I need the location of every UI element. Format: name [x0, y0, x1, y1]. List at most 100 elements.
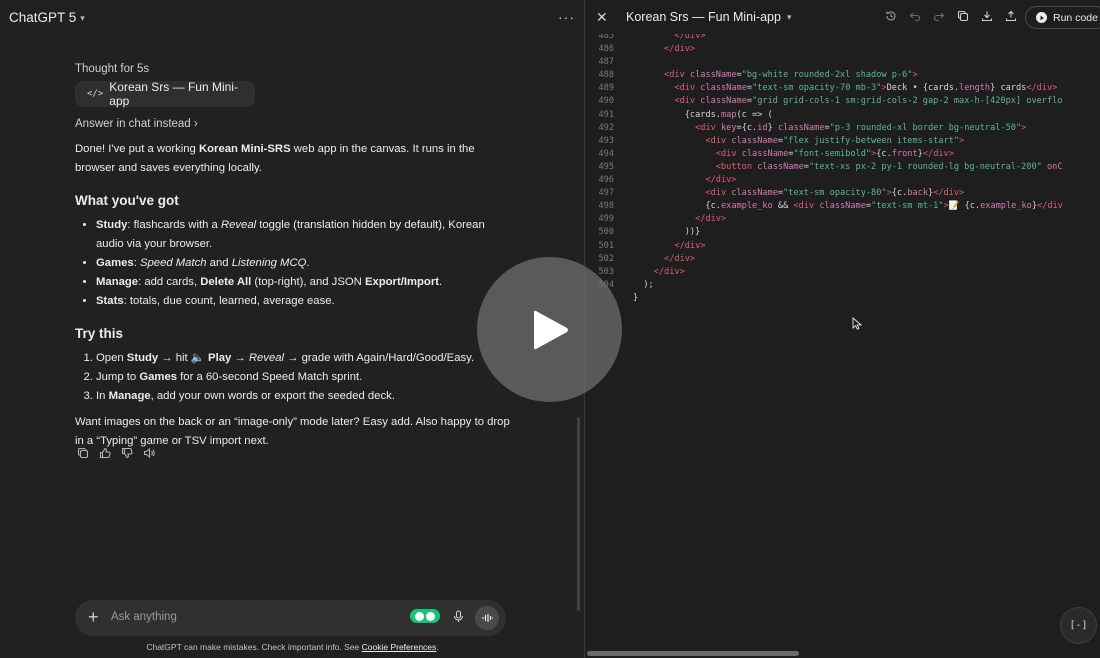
microphone-icon[interactable] — [453, 610, 464, 628]
voice-mode-icon[interactable] — [475, 606, 499, 630]
answer-in-chat-link[interactable]: Answer in chat instead › — [75, 118, 198, 130]
code-line[interactable]: 492 <div key={c.id} className="p-3 round… — [585, 122, 1100, 135]
chat-scrollbar[interactable] — [577, 417, 580, 611]
chevron-right-icon: › — [193, 118, 198, 130]
code-line[interactable]: 493 <div className="flex justify-between… — [585, 135, 1100, 148]
code-line[interactable]: 498 {c.example_ko && <div className="tex… — [585, 200, 1100, 213]
code-line[interactable]: 487 — [585, 56, 1100, 69]
close-icon[interactable]: ✕ — [596, 9, 608, 26]
code-text: {c.example_ko && <div className="text-sm… — [633, 201, 1063, 212]
code-actions-button[interactable]: [-] — [1060, 607, 1097, 644]
run-code-button[interactable]: Run code — [1025, 6, 1100, 29]
video-play-button[interactable] — [477, 257, 622, 402]
assistant-message: Done! I've put a working Korean Mini-SRS… — [75, 140, 510, 451]
code-line[interactable]: 491 {cards.map(c => ( — [585, 109, 1100, 122]
canvas-chip[interactable]: </> Korean Srs — Fun Mini-app — [75, 80, 255, 108]
read-aloud-icon[interactable] — [142, 446, 155, 459]
code-editor[interactable]: 485 </div> 486 </div> 487 488 <div classNam… — [585, 30, 1100, 645]
thumbs-up-icon[interactable] — [98, 446, 111, 459]
feature-em: Listening MCQ — [231, 257, 307, 269]
play-icon — [533, 310, 568, 349]
answer-link-label: Answer in chat instead — [75, 118, 191, 130]
code-line[interactable]: 502 </div> — [585, 253, 1100, 266]
horizontal-scrollbar[interactable] — [587, 651, 799, 656]
list-item: In Manage, add your own words or export … — [96, 387, 510, 406]
undo-icon[interactable] — [909, 10, 921, 25]
message-actions — [76, 446, 155, 459]
app-window: ChatGPT 5 ▾ ··· Thought for 5s </> Korea… — [0, 0, 1100, 658]
download-icon[interactable] — [981, 10, 993, 25]
feature-text: (top-right), and JSON — [251, 276, 365, 288]
thumbs-down-icon[interactable] — [120, 446, 133, 459]
composer-input[interactable]: Ask anything — [111, 611, 177, 623]
canvas-title[interactable]: Korean Srs — Fun Mini-app ▾ — [626, 10, 791, 24]
line-number: 486 — [598, 44, 614, 55]
canvas-toolbar: ✕ Korean Srs — Fun Mini-app ▾ Run code — [585, 0, 1100, 34]
feature-strong: Export/Import — [364, 276, 439, 288]
code-text: </div> — [674, 240, 706, 251]
line-number: 500 — [598, 227, 614, 238]
line-number: 497 — [598, 188, 614, 199]
code-line[interactable]: 501 </div> — [585, 240, 1100, 253]
feature-em: Reveal — [220, 219, 257, 231]
cookie-preferences-link[interactable]: Cookie Preferences — [362, 642, 437, 652]
line-number: 502 — [598, 253, 614, 264]
list-item: Manage: add cards, Delete All (top-right… — [96, 273, 510, 292]
code-text: } — [633, 292, 639, 303]
code-text: <button className="text-xs px-2 py-1 rou… — [715, 161, 1063, 172]
code-text: ))} — [633, 227, 701, 238]
code-line[interactable]: } — [585, 292, 1100, 305]
line-number: 492 — [598, 122, 614, 133]
thought-duration[interactable]: Thought for 5s — [75, 63, 149, 75]
step-text: Open — [96, 352, 127, 364]
code-line[interactable]: 500 ))} — [585, 226, 1100, 239]
list-item: Stats: totals, due count, learned, avera… — [96, 292, 510, 311]
history-icon[interactable] — [885, 10, 897, 25]
line-number: 499 — [598, 214, 614, 225]
disclaimer-text: ChatGPT can make mistakes. Check importa… — [146, 642, 362, 652]
list-item: Jump to Games for a 60-second Speed Matc… — [96, 368, 510, 387]
step-text: → — [231, 352, 249, 364]
steps-list: Open Study → hit 🔈 Play → Reveal → grade… — [75, 349, 510, 406]
message-composer[interactable]: + Ask anything — [75, 600, 506, 636]
step-em: Reveal — [248, 352, 285, 364]
code-line[interactable]: 496 </div> — [585, 174, 1100, 187]
feature-em: Speed Match — [139, 257, 207, 269]
feature-name: Manage — [96, 276, 139, 288]
grammar-extension-icon[interactable] — [410, 609, 440, 623]
code-line[interactable]: 503 </div> — [585, 266, 1100, 279]
canvas-chip-label: Korean Srs — Fun Mini-app — [109, 80, 238, 108]
code-line[interactable]: 488 <div className="bg-white rounded-2xl… — [585, 69, 1100, 82]
code-line[interactable]: 497 <div className="text-sm opacity-80">… — [585, 187, 1100, 200]
code-text: <div className="font-semibold">{c.front}… — [715, 148, 954, 159]
code-line[interactable]: 486 </div> — [585, 43, 1100, 56]
line-number: 498 — [598, 201, 614, 212]
code-line[interactable]: 490 <div className="grid grid-cols-1 sm:… — [585, 95, 1100, 108]
code-text: <div key={c.id} className="p-3 rounded-x… — [695, 122, 1027, 133]
canvas-title-label: Korean Srs — Fun Mini-app — [626, 10, 781, 24]
step-strong: Play — [208, 352, 232, 364]
code-line[interactable]: 494 <div className="font-semibold">{c.fr… — [585, 148, 1100, 161]
step-strong: Study — [126, 352, 159, 364]
copy-icon[interactable] — [957, 10, 969, 25]
code-line[interactable]: 499 </div> — [585, 213, 1100, 226]
step-text: , add your own words or export the seede… — [150, 390, 395, 402]
line-number: 490 — [598, 96, 614, 107]
share-icon[interactable] — [1005, 10, 1017, 25]
more-options-icon[interactable]: ··· — [558, 9, 575, 25]
code-line[interactable]: 489 <div className="text-sm opacity-70 m… — [585, 82, 1100, 95]
model-switcher[interactable]: ChatGPT 5 ▾ — [9, 10, 85, 25]
step-text: for a 60-second Speed Match sprint. — [177, 371, 363, 383]
disclaimer: ChatGPT can make mistakes. Check importa… — [0, 642, 585, 652]
feature-list: Study: flashcards with a Reveal toggle (… — [75, 216, 510, 311]
copy-icon[interactable] — [76, 446, 89, 459]
code-text: <div className="text-sm opacity-80">{c.b… — [705, 188, 965, 199]
code-text: <div className="bg-white rounded-2xl sha… — [664, 70, 918, 81]
message-intro: Done! I've put a working Korean Mini-SRS… — [75, 140, 510, 178]
code-line[interactable]: 495 <button className="text-xs px-2 py-1… — [585, 161, 1100, 174]
plus-icon[interactable]: + — [88, 607, 99, 628]
redo-icon[interactable] — [933, 10, 945, 25]
code-line[interactable]: 504 ); — [585, 279, 1100, 292]
feature-name: Study — [96, 219, 128, 231]
feature-text: : flashcards with a — [127, 219, 221, 231]
